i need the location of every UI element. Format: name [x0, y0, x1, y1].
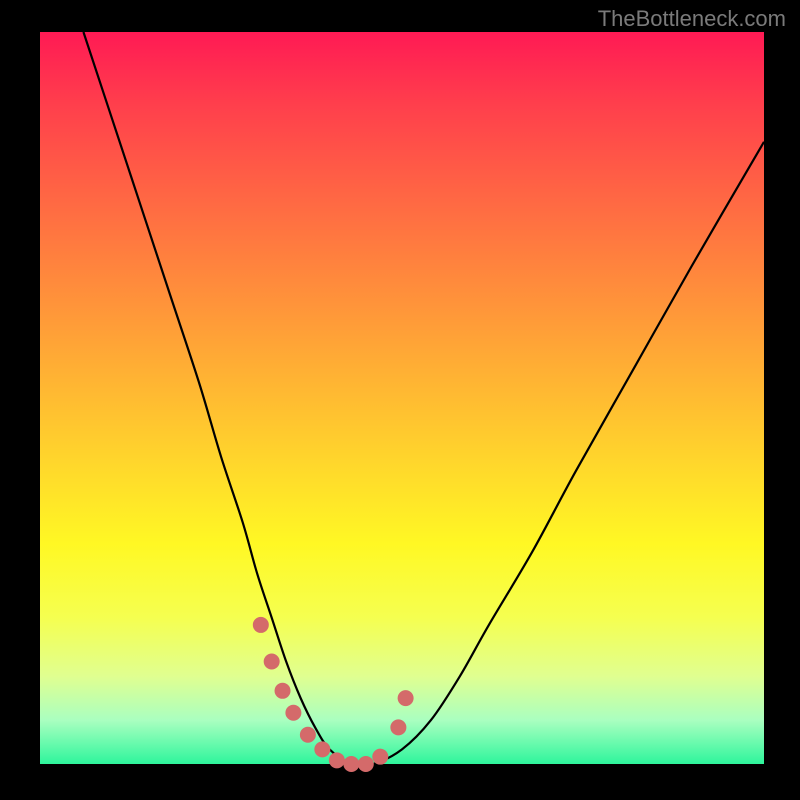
highlight-marker [358, 756, 374, 772]
watermark-text: TheBottleneck.com [598, 6, 786, 32]
highlight-marker [275, 683, 291, 699]
highlight-marker [329, 752, 345, 768]
highlight-marker [264, 654, 280, 670]
bottleneck-curve-path [83, 32, 764, 766]
highlight-marker [343, 756, 359, 772]
highlight-marker [285, 705, 301, 721]
highlight-marker [253, 617, 269, 633]
highlight-marker [372, 749, 388, 765]
bottleneck-chart-svg [40, 32, 764, 764]
highlight-marker [390, 719, 406, 735]
highlight-marker [398, 690, 414, 706]
chart-plot-area [40, 32, 764, 764]
highlight-marker [314, 741, 330, 757]
highlight-marker [300, 727, 316, 743]
highlight-markers-group [253, 617, 414, 772]
